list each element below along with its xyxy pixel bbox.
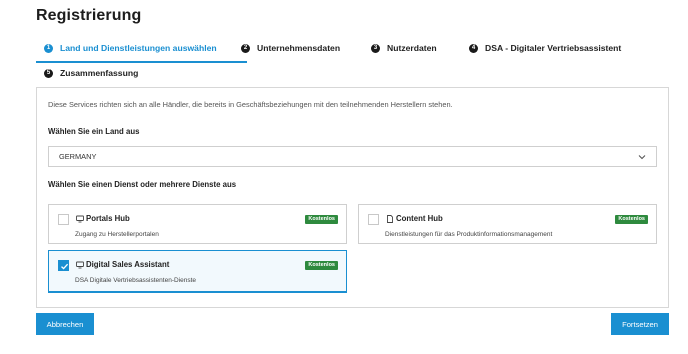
step-number: 2 [241, 43, 250, 53]
document-icon [387, 215, 393, 223]
service-name: Digital Sales Assistant [86, 260, 170, 269]
step-number: 1 [44, 43, 53, 53]
step-user-data[interactable]: 3 Nutzerdaten [371, 43, 437, 53]
step-country-services[interactable]: 1 Land und Dienstleistungen auswählen [44, 43, 217, 53]
service-name: Content Hub [396, 214, 443, 223]
portals-hub-checkbox[interactable] [58, 214, 69, 225]
dsa-checkbox[interactable] [58, 260, 69, 271]
step-number: 5 [44, 68, 53, 78]
country-label: Wählen Sie ein Land aus [48, 127, 140, 136]
service-description: Dienstleistungen für das Produktinformat… [385, 231, 553, 238]
free-badge: Kostenlos [305, 261, 338, 270]
screen-icon [76, 261, 84, 269]
screen-icon [76, 215, 84, 223]
step-number: 3 [371, 43, 380, 53]
step-label: Unternehmensdaten [257, 43, 341, 53]
step-label: Land und Dienstleistungen auswählen [60, 43, 217, 53]
country-select-value: GERMANY [59, 152, 97, 161]
service-card-digital-sales-assistant[interactable]: Digital Sales Assistant Kostenlos DSA Di… [48, 250, 347, 293]
country-select[interactable]: GERMANY [48, 146, 657, 167]
service-name: Portals Hub [86, 214, 130, 223]
step-summary[interactable]: 5 Zusammenfassung [44, 68, 138, 78]
step-dsa[interactable]: 4 DSA - Digitaler Vertriebsassistent [469, 43, 621, 53]
step-company-data[interactable]: 2 Unternehmensdaten [241, 43, 340, 53]
step-label: DSA - Digitaler Vertriebsassistent [485, 43, 622, 53]
step-label: Nutzerdaten [387, 43, 437, 53]
active-step-indicator [36, 61, 247, 63]
intro-text: Diese Services richten sich an alle Händ… [48, 100, 453, 109]
cancel-button[interactable]: Abbrechen [36, 313, 94, 335]
page-title: Registrierung [36, 7, 142, 24]
checkmark-icon [61, 263, 69, 270]
service-label: Wählen Sie einen Dienst oder mehrere Die… [48, 180, 237, 189]
free-badge: Kostenlos [305, 215, 338, 224]
service-card-content-hub[interactable]: Content Hub Kostenlos Dienstleistungen f… [358, 204, 657, 244]
service-description: Zugang zu Herstellerportalen [75, 231, 159, 238]
continue-button[interactable]: Fortsetzen [611, 313, 669, 335]
service-card-portals-hub[interactable]: Portals Hub Kostenlos Zugang zu Herstell… [48, 204, 347, 244]
chevron-down-icon [638, 155, 646, 160]
service-description: DSA Digitale Vertriebsassistenten-Dienst… [75, 277, 197, 284]
content-hub-checkbox[interactable] [368, 214, 379, 225]
free-badge: Kostenlos [615, 215, 648, 224]
step-label: Zusammenfassung [60, 68, 139, 78]
step-number: 4 [469, 43, 478, 53]
